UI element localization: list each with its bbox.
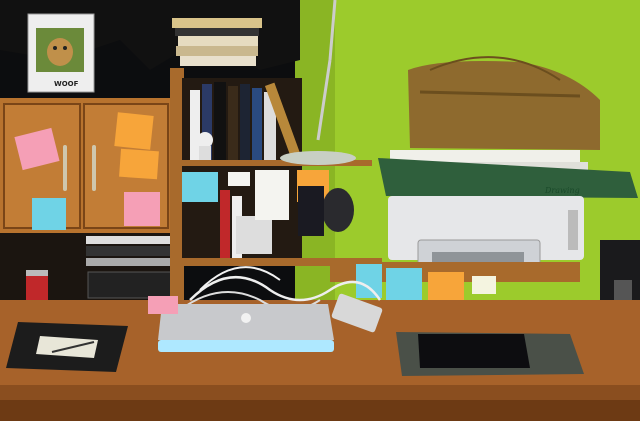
paper-note — [472, 276, 496, 294]
printer — [388, 196, 584, 271]
book — [180, 56, 256, 66]
book — [178, 36, 258, 46]
book — [228, 86, 238, 160]
speaker — [322, 188, 354, 232]
book — [220, 190, 230, 258]
book — [214, 82, 226, 160]
book — [176, 46, 258, 56]
figurine — [199, 146, 211, 160]
device — [298, 186, 324, 236]
notebook-stack — [86, 246, 172, 256]
sketchbook — [390, 150, 580, 162]
book — [190, 90, 200, 160]
desk-photo: WOOF Drawing — [0, 0, 640, 421]
book — [175, 28, 259, 36]
photo-canvas: WOOF Drawing — [0, 0, 640, 421]
sticky-note-orange — [114, 112, 154, 150]
sticky-note-blue — [32, 198, 66, 230]
drawing-tablet — [396, 332, 584, 376]
sticky-note-pink — [124, 192, 160, 226]
paper-note — [228, 172, 250, 186]
cabinet-handle — [92, 145, 96, 191]
figurine — [197, 132, 213, 148]
lamp-base — [280, 151, 356, 165]
cabinet-handle — [63, 145, 67, 191]
book — [240, 84, 250, 160]
binder — [87, 271, 173, 299]
photo-frame: WOOF — [27, 13, 95, 93]
paper-note — [255, 170, 289, 220]
drawing-pad-label: Drawing — [544, 186, 580, 195]
sticky-pad — [148, 296, 178, 314]
sticky-note-orange — [119, 148, 159, 180]
apple-logo-icon — [241, 313, 251, 323]
soda-can-top — [26, 270, 48, 276]
sticky-note-blue — [182, 172, 218, 202]
book — [172, 18, 262, 28]
laptop-glow — [158, 340, 334, 352]
desk-drawer — [0, 400, 640, 421]
sticky-note-blue — [356, 264, 382, 298]
notebook-stack — [86, 258, 172, 266]
book — [252, 88, 262, 160]
laptop — [158, 304, 334, 352]
frame-caption: WOOF — [54, 80, 79, 88]
composition-notebook — [6, 322, 128, 372]
decorative-box — [236, 216, 272, 254]
notebook-stack — [86, 236, 172, 244]
